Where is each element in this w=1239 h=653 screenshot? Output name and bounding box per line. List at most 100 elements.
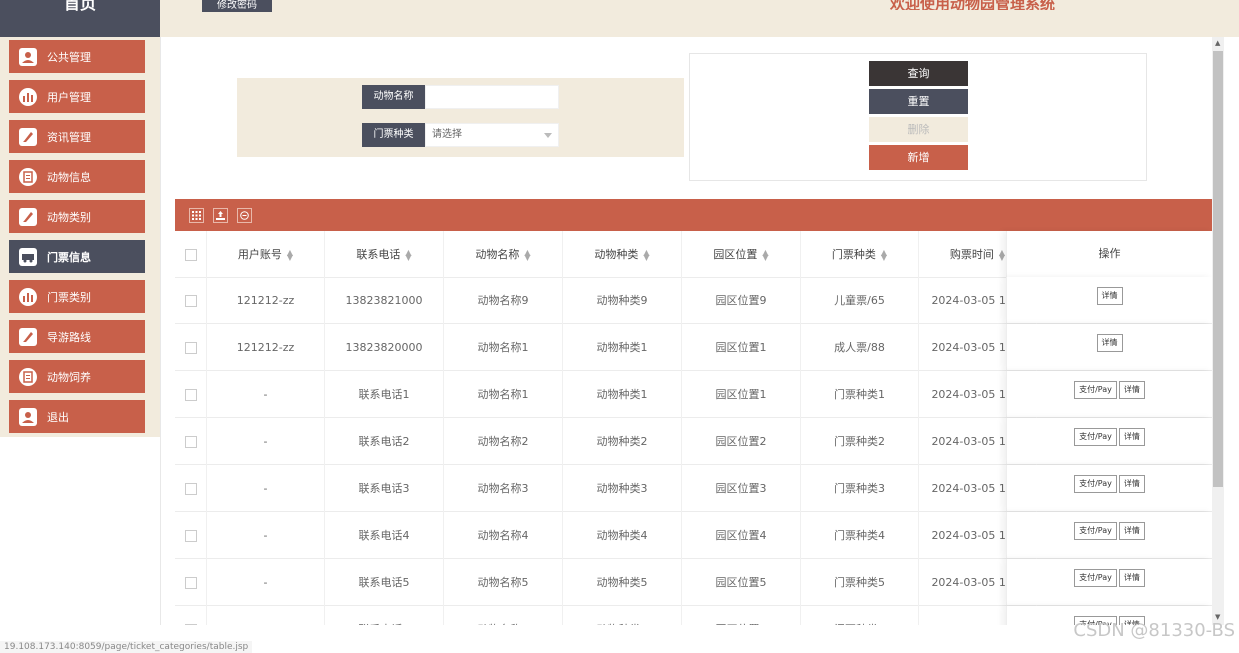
cell-phone: 联系电话2 [325,418,444,465]
document-icon [17,166,39,188]
detail-button[interactable]: 详情 [1118,381,1145,399]
cell-animal-species: 动物种类9 [563,277,682,324]
pay-button[interactable]: 支付/Pay [1074,522,1117,540]
sidebar-item-5[interactable]: 动物类别 [9,200,145,233]
sort-icon[interactable]: ▲ ▼ [999,249,1005,262]
cell-value: 动物名称4 [477,529,529,542]
pay-button[interactable]: 支付/Pay [1074,475,1117,493]
print-icon[interactable] [237,208,252,223]
add-button[interactable]: 新增 [869,145,968,170]
row-checkbox[interactable] [184,530,197,542]
cell-value: 联系电话5 [358,576,410,589]
column-header-park-location[interactable]: 园区位置 ▲ ▼ [682,231,801,278]
ticket-type-placeholder: 请选择 [432,129,462,140]
cell-account: - [207,512,325,559]
sort-icon[interactable]: ▲ ▼ [287,249,293,262]
detail-button[interactable]: 详情 [1118,428,1145,446]
cell-animal-species: 动物种类3 [563,465,682,512]
cell-value: 121212-zz [236,341,295,354]
grid-icon[interactable] [189,208,204,223]
sidebar: 公共管理用户管理资讯管理动物信息动物类别门票信息门票类别导游路线动物饲养退出 [0,37,160,437]
delete-button[interactable]: 删除 [869,117,968,142]
query-button[interactable]: 查询 [869,61,968,86]
column-header-animal-name[interactable]: 动物名称 ▲ ▼ [444,231,563,278]
table-row: - 联系电话2 动物名称2 动物种类2 园区位置2 门票种类2 2024-03-05 16:… [175,418,1212,465]
action-buttons: 支付/Pay 详情 [1007,418,1212,448]
sidebar-item-10[interactable]: 退出 [9,400,145,433]
pay-button[interactable]: 支付/Pay [1074,428,1117,446]
sidebar-item-2[interactable]: 用户管理 [9,80,145,113]
detail-button[interactable]: 详情 [1118,522,1145,540]
cell-value: 动物名称6 [478,623,529,625]
column-header-label: 动物种类 [594,248,639,261]
detail-button[interactable]: 详情 [1118,569,1145,587]
row-checkbox[interactable] [184,436,197,448]
column-header-label: 用户账号 [237,248,282,261]
sidebar-item-6[interactable]: 门票信息 [9,240,145,273]
sort-icon[interactable]: ▲ ▼ [643,249,649,262]
column-header-phone[interactable]: 联系电话 ▲ ▼ [325,231,444,278]
home-link[interactable]: 首页 [0,0,160,37]
cell-animal-name: 动物名称1 [444,371,563,418]
row-checkbox[interactable] [184,483,197,495]
reset-button[interactable]: 重置 [869,89,968,114]
chevron-down-icon [544,133,552,138]
cell-park-location: 园区位置9 [682,277,801,324]
cell-value: 121212-zz [236,294,295,307]
cell-animal-name: 动物名称3 [444,465,563,512]
vertical-scrollbar[interactable]: ▲ ▼ [1212,37,1224,625]
column-header-animal-species[interactable]: 动物种类 ▲ ▼ [563,231,682,278]
column-header-ticket-type[interactable]: 门票种类 ▲ ▼ [801,231,919,278]
sidebar-item-3[interactable]: 资讯管理 [9,120,145,153]
sidebar-item-label: 动物饲养 [47,370,91,384]
animal-name-label: 动物名称 [362,85,425,109]
sort-icon[interactable]: ▲ ▼ [405,249,411,262]
sidebar-item-7[interactable]: 门票类别 [9,280,145,313]
sort-icon[interactable]: ▲ ▼ [881,249,887,262]
search-panel: 动物名称 门票种类 请选择 [237,78,684,157]
table-row: -联系电话6动物名称6动物种类6园区位置6门票种类62024-03-05 16:… [175,606,1212,625]
scroll-up-icon[interactable]: ▲ [1215,39,1220,47]
column-header-account[interactable]: 用户账号 ▲ ▼ [207,231,325,278]
cell-value: 园区位置1 [715,341,767,354]
row-checkbox[interactable] [184,389,197,401]
row-checkbox[interactable] [184,577,197,589]
cell-value: 园区位置9 [715,294,767,307]
sidebar-item-8[interactable]: 导游路线 [9,320,145,353]
cell-account: - [207,371,325,418]
select-all-checkbox[interactable] [184,249,197,261]
animal-name-input[interactable] [425,85,559,109]
sidebar-item-1[interactable]: 公共管理 [9,40,145,73]
detail-button[interactable]: 详情 [1096,334,1123,352]
cell-animal-name: 动物名称4 [444,512,563,559]
detail-button[interactable]: 详情 [1096,287,1123,305]
sidebar-item-4[interactable]: 动物信息 [9,160,145,193]
cell-account: - [207,606,325,625]
export-icon[interactable] [213,208,228,223]
cell-value: 联系电话4 [358,529,410,542]
column-header-actions: 操作 [1006,231,1212,277]
document-icon [17,366,39,388]
ticket-type-select[interactable]: 请选择 [425,123,559,147]
cell-value: 门票种类5 [834,576,885,589]
scrollbar-thumb[interactable] [1213,51,1223,487]
row-checkbox[interactable] [184,342,197,354]
sort-icon[interactable]: ▲ ▼ [524,249,530,262]
row-checkbox-cell [175,512,207,559]
change-password-button[interactable]: 修改密码 [202,0,272,12]
sidebar-item-label: 导游路线 [47,330,91,344]
sort-icon[interactable]: ▲ ▼ [762,249,768,262]
cell-value: - [263,529,268,542]
row-checkbox[interactable] [184,624,197,625]
pay-button[interactable]: 支付/Pay [1074,381,1117,399]
column-header-label: 操作 [1098,247,1121,260]
cell-value: - [263,388,268,401]
sidebar-item-9[interactable]: 动物饲养 [9,360,145,393]
detail-button[interactable]: 详情 [1118,475,1145,493]
cell-ticket-type: 门票种类1 [801,371,919,418]
cell-park-location: 园区位置1 [682,324,801,371]
cell-value: 动物种类3 [596,482,648,495]
pay-button[interactable]: 支付/Pay [1074,569,1117,587]
cell-value: 动物名称1 [477,341,529,354]
row-checkbox[interactable] [184,295,197,307]
